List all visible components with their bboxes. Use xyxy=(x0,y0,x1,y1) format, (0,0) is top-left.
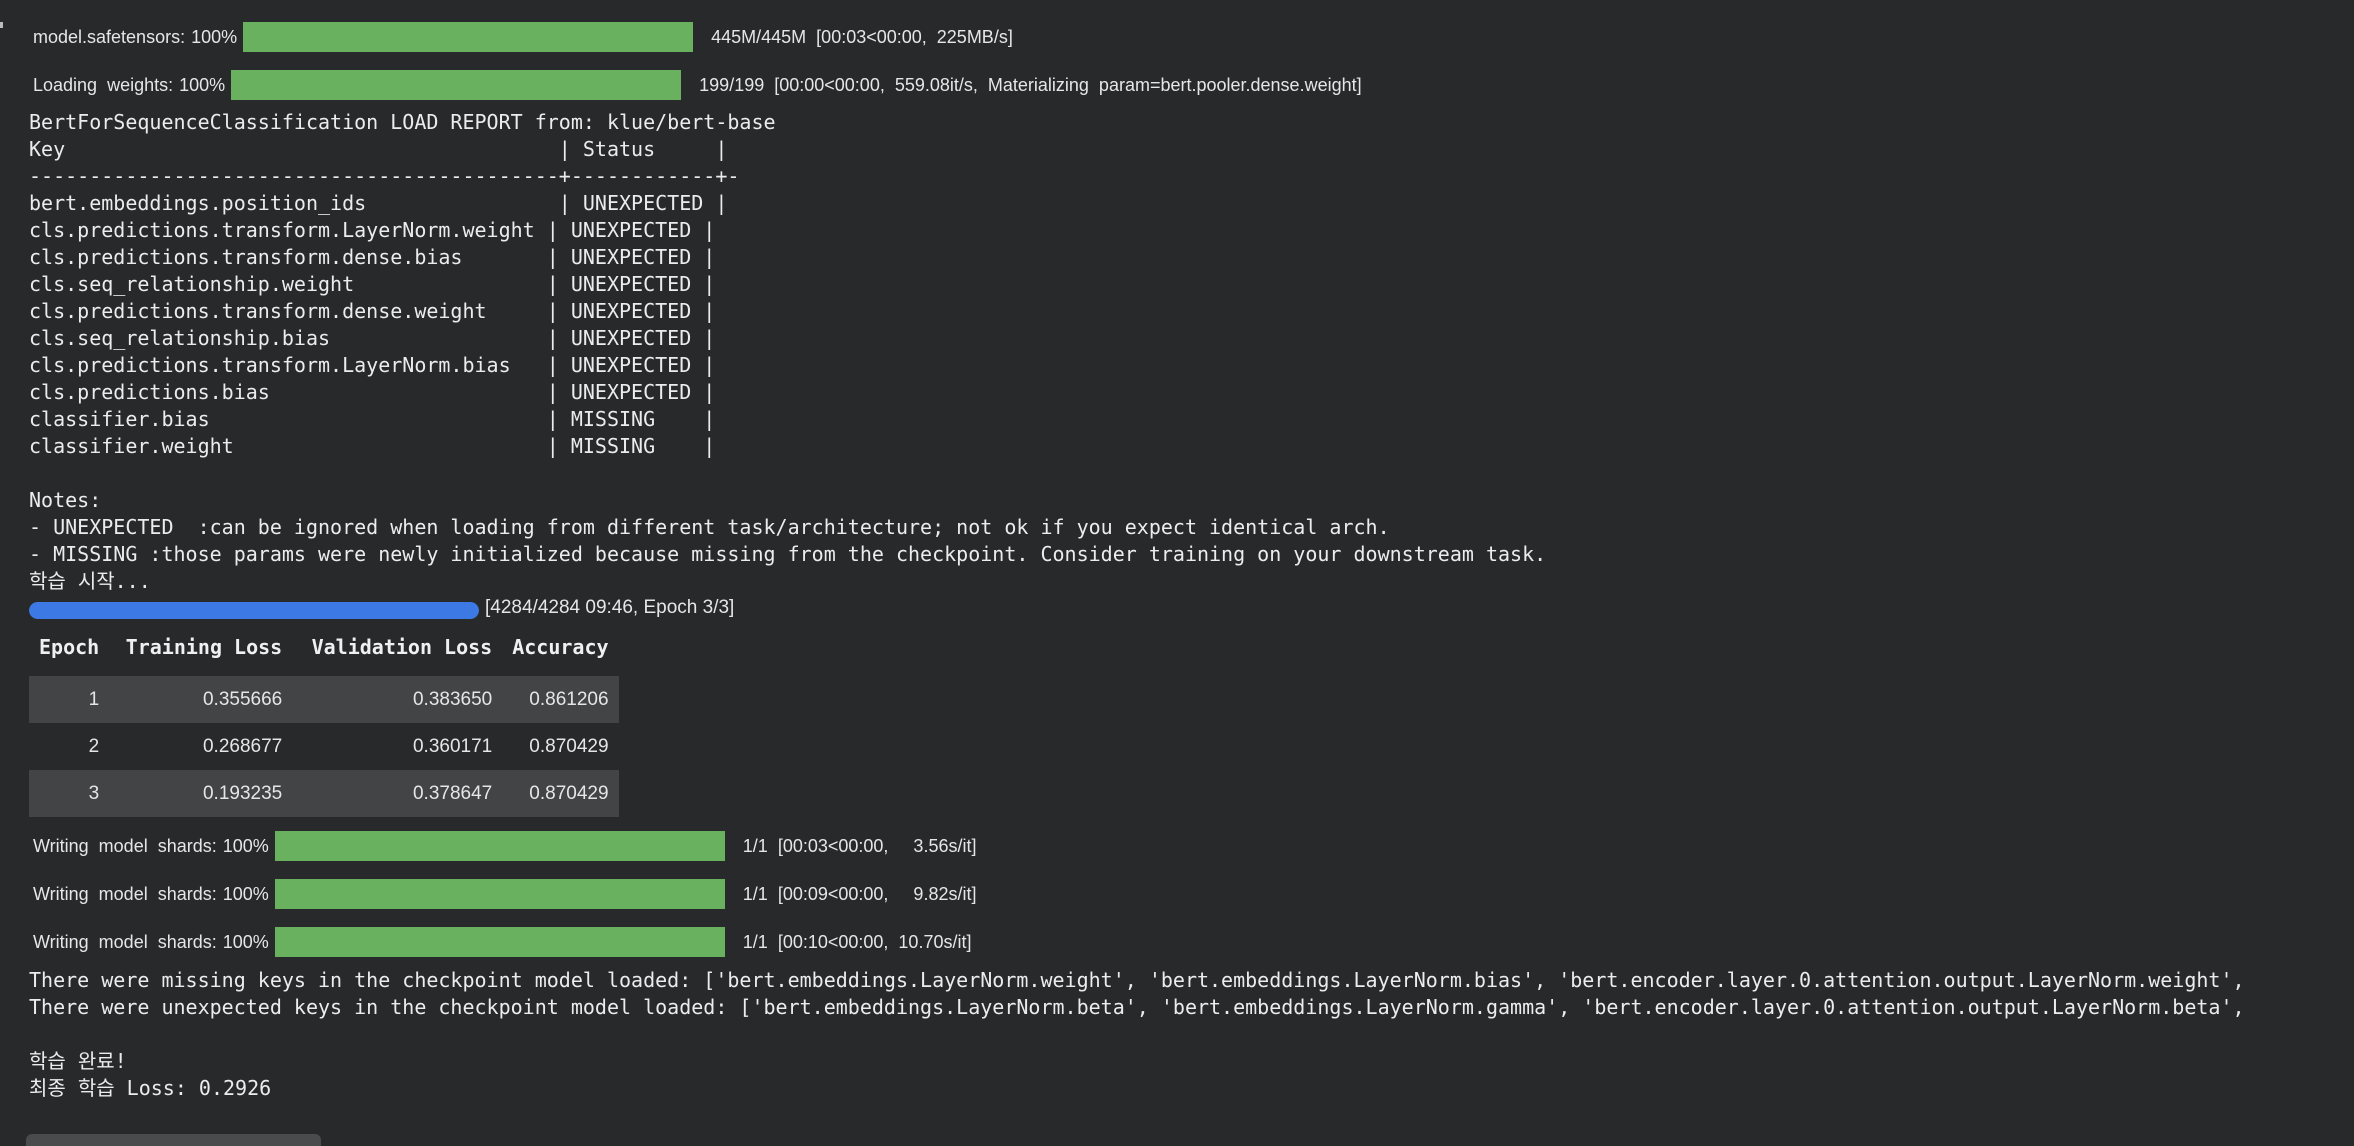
progress-bar-fill xyxy=(274,879,725,909)
cell-edge-marker xyxy=(0,22,3,28)
column-header-validation-loss: Validation Loss xyxy=(311,635,493,659)
progress-percent: 100% xyxy=(222,931,269,952)
training-progress-bar xyxy=(29,602,479,619)
report-title: BertForSequenceClassification LOAD REPOR… xyxy=(29,110,776,134)
report-row: cls.predictions.bias | UNEXPECTED | xyxy=(29,380,716,404)
report-divider: ----------------------------------------… xyxy=(29,164,740,188)
progress-bar xyxy=(231,70,682,100)
training-loss-cell: 0.268677 xyxy=(202,735,283,757)
report-row: cls.predictions.transform.LayerNorm.bias… xyxy=(29,353,716,377)
training-progress-fill xyxy=(29,602,479,619)
accuracy-cell: 0.870429 xyxy=(529,735,609,757)
report-row: cls.seq_relationship.bias | UNEXPECTED | xyxy=(29,326,716,350)
progress-percent: 100% xyxy=(191,26,238,47)
shard-progress-row: Writing model shards: 100% 1/1 [00:09<00… xyxy=(33,878,976,910)
epoch-cell: 3 xyxy=(29,770,110,817)
metrics-table: Epoch Training Loss Validation Loss Accu… xyxy=(29,632,619,817)
shard-progress-row: Writing model shards: 100% 1/1 [00:03<00… xyxy=(33,830,976,862)
progress-info: 1/1 [00:09<00:00, 9.82s/it] xyxy=(742,883,977,904)
accuracy-cell: 0.870429 xyxy=(502,770,619,817)
train-start-text: 학습 시작... xyxy=(29,569,151,593)
progress-percent: 100% xyxy=(222,835,269,856)
unexpected-keys-line: There were unexpected keys in the checkp… xyxy=(29,995,2245,1019)
progress-bar-fill xyxy=(231,70,682,100)
final-loss-text: 최종 학습 Loss: 0.2926 xyxy=(29,1076,272,1100)
missing-keys-line: There were missing keys in the checkpoin… xyxy=(29,968,2245,992)
column-header-accuracy: Accuracy xyxy=(512,635,609,659)
progress-bar-fill xyxy=(243,22,694,52)
validation-loss-cell: 0.383650 xyxy=(292,676,503,723)
progress-bar-fill xyxy=(274,831,725,861)
report-row: cls.seq_relationship.weight | UNEXPECTED… xyxy=(29,272,716,296)
report-row: cls.predictions.transform.dense.weight |… xyxy=(29,299,716,323)
final-output: There were missing keys in the checkpoin… xyxy=(29,967,2354,1102)
report-row: bert.embeddings.position_ids | UNEXPECTE… xyxy=(29,191,728,215)
output-scroll-handle[interactable] xyxy=(26,1134,321,1146)
progress-label: Writing model shards: xyxy=(33,883,217,904)
epoch-cell: 2 xyxy=(88,735,100,757)
progress-info: 1/1 [00:10<00:00, 10.70s/it] xyxy=(742,931,972,952)
loading-weights-progress-row: Loading weights: 100% 199/199 [00:00<00:… xyxy=(33,69,1362,101)
progress-bar xyxy=(274,879,725,909)
validation-loss-cell: 0.378647 xyxy=(292,770,503,817)
progress-percent: 100% xyxy=(179,74,226,95)
metrics-header-row: Epoch Training Loss Validation Loss Accu… xyxy=(29,632,619,676)
table-row: 1 0.355666 0.383650 0.861206 xyxy=(29,676,619,723)
note-line: - MISSING :those params were newly initi… xyxy=(29,542,1547,566)
progress-label: Writing model shards: xyxy=(33,931,217,952)
load-report: BertForSequenceClassification LOAD REPOR… xyxy=(29,109,1546,595)
progress-percent: 100% xyxy=(222,883,269,904)
progress-info: 1/1 [00:03<00:00, 3.56s/it] xyxy=(742,835,977,856)
progress-bar xyxy=(243,22,694,52)
training-progress-info: [4284/4284 09:46, Epoch 3/3] xyxy=(485,597,735,618)
download-progress-row: model.safetensors: 100% 445M/445M [00:03… xyxy=(33,21,1013,53)
progress-label: Writing model shards: xyxy=(33,835,217,856)
training-done-text: 학습 완료! xyxy=(29,1049,127,1073)
report-row: cls.predictions.transform.dense.bias | U… xyxy=(29,245,716,269)
progress-bar-fill xyxy=(274,927,725,957)
progress-info: 199/199 [00:00<00:00, 559.08it/s, Materi… xyxy=(699,74,1362,95)
progress-label: Loading weights: xyxy=(33,74,174,95)
progress-label: model.safetensors: xyxy=(33,26,186,47)
report-header: Key | Status | xyxy=(29,137,728,161)
progress-bar xyxy=(274,927,725,957)
shard-progress-row: Writing model shards: 100% 1/1 [00:10<00… xyxy=(33,926,971,958)
progress-info: 445M/445M [00:03<00:00, 225MB/s] xyxy=(711,26,1013,47)
table-row: 2 0.268677 0.360171 0.870429 xyxy=(29,723,619,770)
notes-title: Notes: xyxy=(29,488,102,512)
report-row: cls.predictions.transform.LayerNorm.weig… xyxy=(29,218,716,242)
column-header-training-loss: Training Loss xyxy=(125,635,283,659)
report-row: classifier.bias | MISSING | xyxy=(29,407,716,431)
training-loss-cell: 0.355666 xyxy=(109,676,293,723)
progress-bar xyxy=(274,831,725,861)
column-header-epoch: Epoch xyxy=(39,635,100,659)
accuracy-cell: 0.861206 xyxy=(502,676,619,723)
note-line: - UNEXPECTED :can be ignored when loadin… xyxy=(29,515,1390,539)
report-row: classifier.weight | MISSING | xyxy=(29,434,716,458)
epoch-cell: 1 xyxy=(29,676,110,723)
training-loss-cell: 0.193235 xyxy=(109,770,293,817)
table-row: 3 0.193235 0.378647 0.870429 xyxy=(29,770,619,817)
validation-loss-cell: 0.360171 xyxy=(412,735,493,757)
